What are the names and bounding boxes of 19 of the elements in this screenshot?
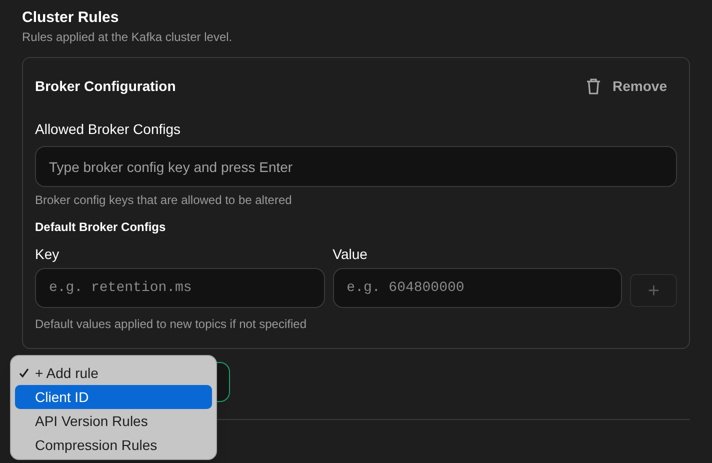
section-description: Rules applied at the Kafka cluster level. [22,29,234,45]
checkmark-icon [19,368,29,378]
field-label: Value [332,245,368,263]
menu-item[interactable]: Client ID [15,385,212,409]
input-field[interactable]: Type broker config key and press Enter [35,146,677,187]
input-field[interactable]: e.g. 604800000 [332,268,622,308]
menu-item[interactable]: + Add rule [15,361,212,385]
menu-item[interactable]: API Version Rules [15,409,212,433]
subsection-title: Default Broker Configs [35,219,167,235]
field-label: Key [35,245,60,263]
field-hint: Broker config keys that are allowed to be altered [35,192,293,208]
card-title: Broker Configuration [35,76,176,96]
field-hint: Default values applied to new topics if not specified [35,316,308,332]
input-field[interactable]: e.g. retention.ms [35,268,325,308]
menu-item[interactable]: Compression Rules [15,433,212,457]
section-title: Cluster Rules [22,8,120,28]
remove-button[interactable]: Remove [586,76,667,96]
field-label: Allowed Broker Configs [35,120,182,138]
trash-icon [586,78,601,94]
